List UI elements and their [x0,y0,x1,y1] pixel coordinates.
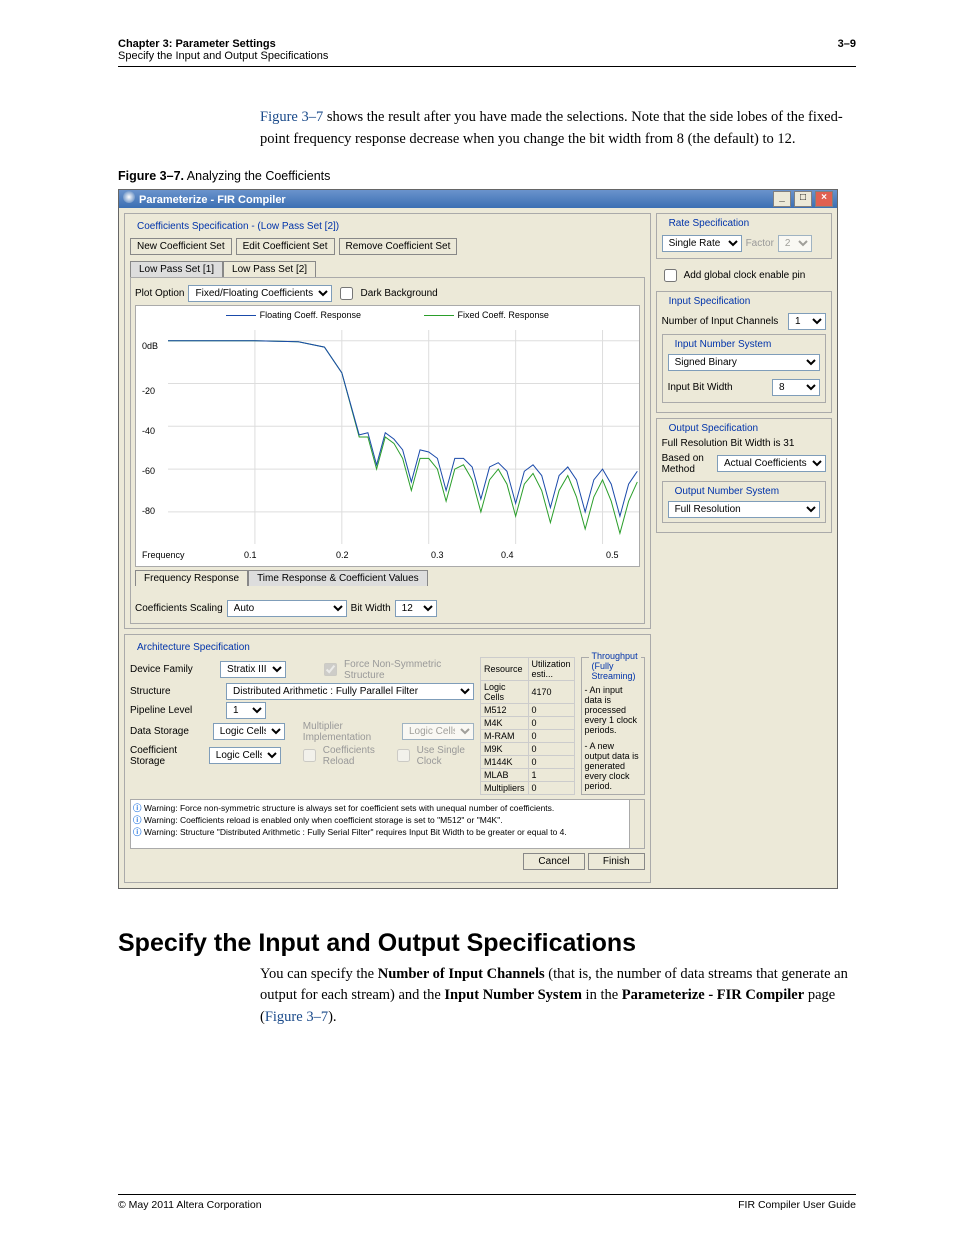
architecture-group: Architecture Specification Device Family… [124,634,651,883]
close-icon[interactable]: × [815,191,833,207]
page-footer: © May 2011 Altera CorporationFIR Compile… [118,1194,856,1211]
throughput-group: Throughput (Fully Streaming) - An input … [581,657,645,795]
edit-coeff-button[interactable]: Edit Coefficient Set [236,238,335,255]
coeff-scaling-select[interactable]: Auto [227,600,347,617]
force-nonsym-checkbox [324,663,337,676]
output-num-system-select[interactable]: Full Resolution [668,501,820,518]
method-select[interactable]: Actual Coefficients [717,455,826,472]
coef-storage-select[interactable]: Logic Cells [209,747,281,764]
pipeline-select[interactable]: 1 [226,702,266,719]
num-channels-select[interactable]: 1 [788,313,826,330]
rate-select[interactable]: Single Rate [662,235,742,252]
finish-button[interactable]: Finish [588,853,645,870]
chapter-label: Chapter 3: Parameter Settings [118,38,276,50]
figure-caption: Figure 3–7. Analyzing the Coefficients [118,169,856,183]
title-bar[interactable]: Parameterize - FIR Compiler _ □ × [119,190,837,208]
global-clock-checkbox[interactable] [664,269,677,282]
figure-ref-link[interactable]: Figure 3–7 [260,109,323,125]
input-num-system-select[interactable]: Signed Binary [668,354,820,371]
maximize-icon[interactable]: □ [794,191,812,207]
input-spec-group: Input Specification Number of Input Chan… [656,291,832,413]
tab-low-pass-1[interactable]: Low Pass Set [1] [130,261,223,277]
coef-reload-checkbox [303,749,316,762]
data-storage-select[interactable]: Logic Cells [213,723,285,740]
tab-low-pass-2[interactable]: Low Pass Set [2] [223,261,316,277]
dialog-window: Parameterize - FIR Compiler _ □ × Coeffi… [118,189,838,889]
bitwidth-select[interactable]: 12 [395,600,437,617]
frequency-response-chart: Floating Coeff. Response Fixed Coeff. Re… [135,305,640,567]
minimize-icon[interactable]: _ [773,191,791,207]
remove-coeff-button[interactable]: Remove Coefficient Set [339,238,458,255]
factor-select: 2 [778,235,812,252]
plot-option-select[interactable]: Fixed/Floating Coefficients [188,285,332,302]
mult-impl-select: Logic Cells [402,723,474,740]
intro-paragraph: Figure 3–7 shows the result after you ha… [260,107,856,151]
single-clock-checkbox [397,749,410,762]
coeff-spec-group: Coefficients Specification - (Low Pass S… [124,213,651,629]
new-coeff-button[interactable]: New Coefficient Set [130,238,232,255]
scrollbar[interactable] [629,800,644,848]
output-spec-group: Output Specification Full Resolution Bit… [656,418,832,533]
page-header: Chapter 3: Parameter Settings Specify th… [118,38,856,67]
rate-spec-group: Rate Specification Single Rate Factor2 [656,213,832,259]
section-paragraph: You can specify the Number of Input Chan… [260,964,856,1029]
tab-freq-response[interactable]: Frequency Response [135,570,248,586]
window-title: Parameterize - FIR Compiler [139,194,286,206]
section-heading: Specify the Input and Output Specificati… [118,929,856,958]
resource-table: ResourceUtilization esti... Logic Cells4… [480,657,575,795]
tab-time-response[interactable]: Time Response & Coefficient Values [248,570,428,586]
device-family-select[interactable]: Stratix III [220,661,286,678]
structure-select[interactable]: Distributed Arithmetic : Fully Parallel … [226,683,474,700]
app-icon [123,191,135,203]
section-label: Specify the Input and Output Specificati… [118,50,328,62]
input-bitwidth-select[interactable]: 8 [772,379,820,396]
figure-ref-link[interactable]: Figure 3–7 [265,1009,328,1025]
dark-bg-checkbox[interactable] [340,287,353,300]
page-number: 3–9 [838,38,856,62]
warnings-panel[interactable]: ⓘ Warning: Force non-symmetric structure… [130,799,645,849]
cancel-button[interactable]: Cancel [523,853,584,870]
